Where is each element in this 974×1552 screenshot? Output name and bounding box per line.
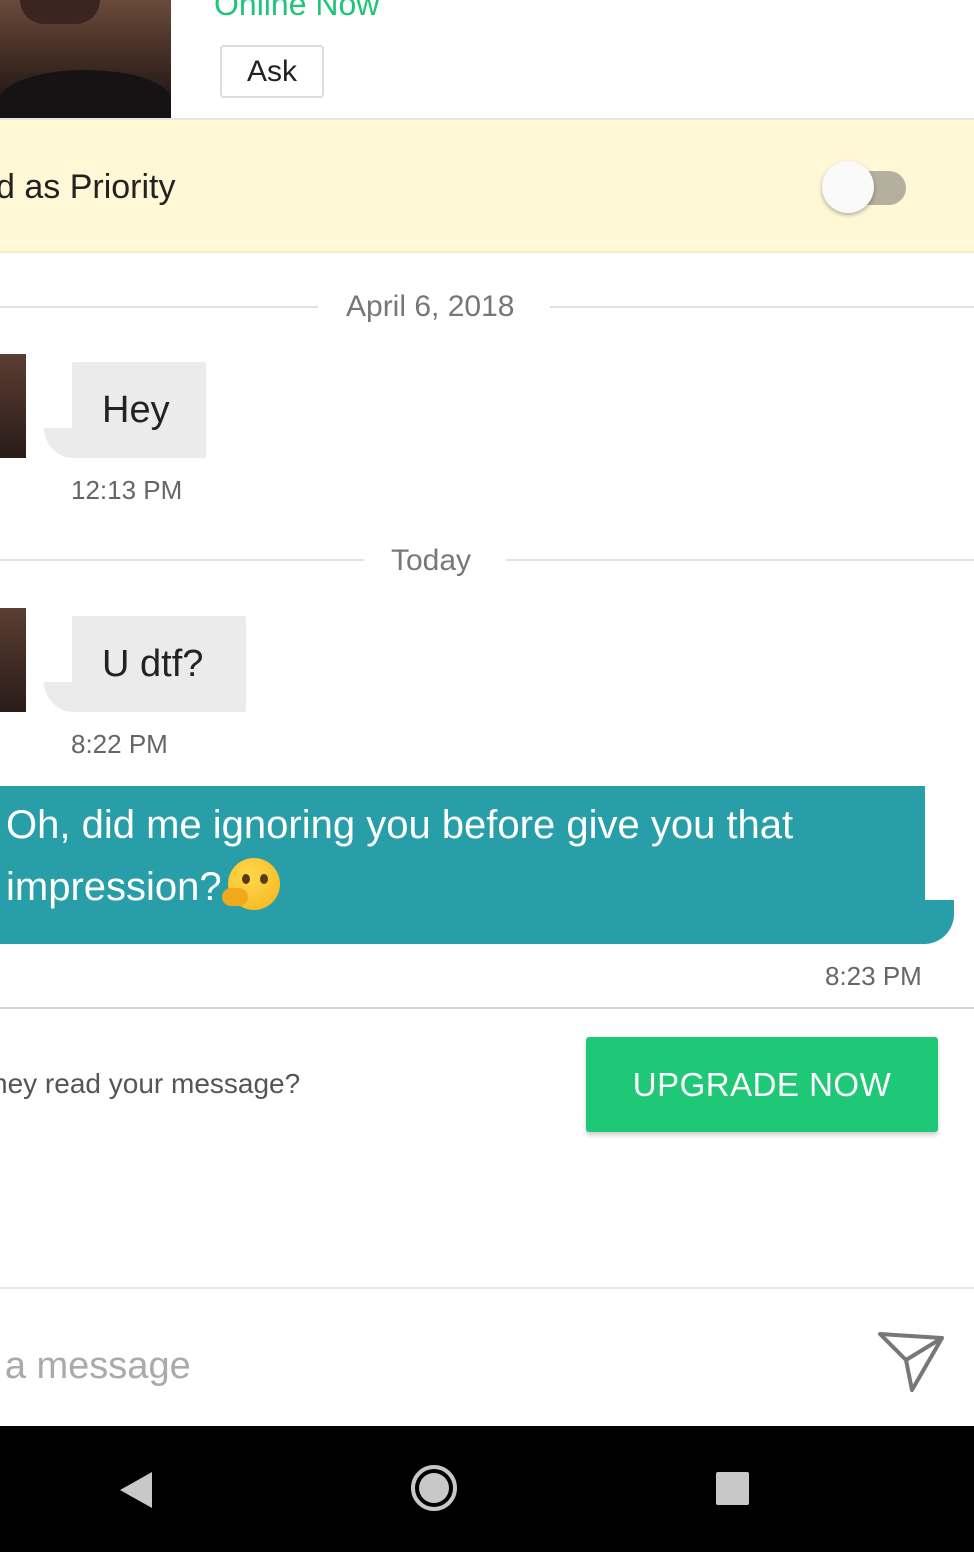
composer-border — [0, 1287, 974, 1289]
bubble-tail — [44, 682, 74, 712]
sender-avatar[interactable] — [0, 608, 26, 712]
back-icon[interactable] — [118, 1470, 154, 1510]
message-bubble-incoming: Hey — [72, 362, 206, 458]
toggle-knob — [822, 161, 874, 213]
avatar-shirt — [0, 70, 171, 118]
read-receipt-upsell: ney read your message? — [0, 1068, 301, 1099]
sender-avatar[interactable] — [0, 354, 26, 458]
message-time: 12:13 PM — [71, 475, 183, 505]
online-status: Online Now — [214, 0, 380, 22]
date-separator-line — [0, 559, 364, 561]
priority-label: d as Priority — [0, 168, 176, 206]
upgrade-now-button[interactable]: UPGRADE NOW — [586, 1037, 938, 1132]
date-separator: Today — [391, 544, 472, 577]
bubble-tail — [924, 900, 954, 944]
message-input[interactable] — [0, 1330, 844, 1402]
recent-apps-icon[interactable] — [716, 1472, 749, 1505]
ask-button[interactable]: Ask — [220, 45, 324, 98]
message-text-line: impression? — [6, 856, 925, 918]
date-separator-line — [0, 306, 318, 308]
message-bubble-outgoing: Oh, did me ignoring you before give you … — [0, 786, 925, 944]
send-icon[interactable] — [876, 1330, 946, 1394]
thinking-face-icon — [221, 858, 280, 910]
date-separator-line — [506, 559, 974, 561]
date-separator: April 6, 2018 — [346, 290, 515, 323]
message-text: impression? — [6, 865, 222, 909]
profile-header: Online Now Ask — [0, 0, 974, 120]
message-text-line: Oh, did me ignoring you before give you … — [6, 803, 794, 847]
profile-avatar[interactable] — [0, 0, 171, 118]
message-time: 8:22 PM — [71, 729, 168, 759]
date-separator-line — [550, 306, 974, 308]
bubble-tail — [44, 428, 74, 458]
divider — [0, 1007, 974, 1009]
priority-toggle[interactable] — [822, 161, 908, 213]
message-time: 8:23 PM — [825, 961, 922, 991]
message-bubble-incoming: U dtf? — [72, 616, 246, 712]
home-icon[interactable] — [410, 1464, 458, 1512]
avatar-face — [20, 0, 100, 24]
